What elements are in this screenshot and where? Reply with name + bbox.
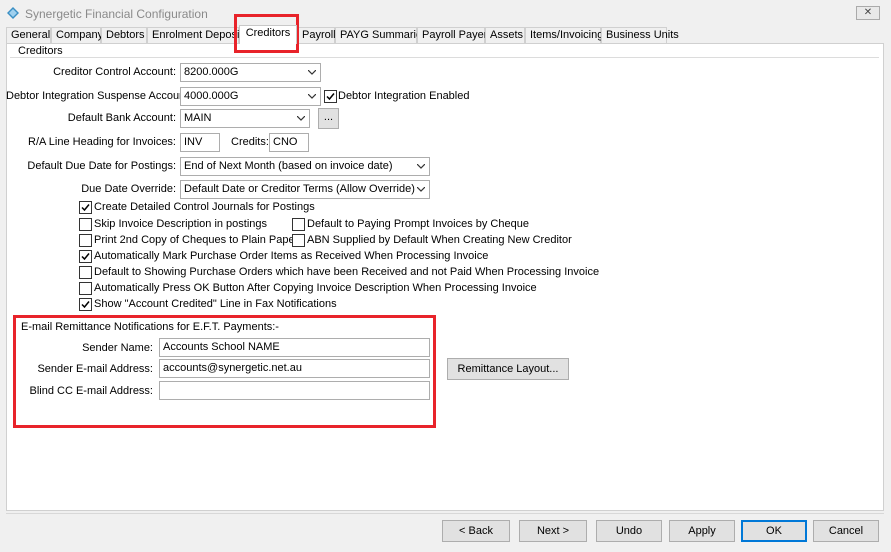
check-icon: [326, 93, 335, 101]
close-button[interactable]: ✕: [856, 6, 880, 20]
default-showing-checkbox[interactable]: [79, 266, 92, 279]
default-bank-label: Default Bank Account:: [67, 112, 176, 124]
abn-supplied-checkbox[interactable]: [292, 234, 305, 247]
credits-input[interactable]: CNO: [269, 133, 309, 152]
chevron-down-icon: [417, 187, 425, 192]
auto-mark-label: Automatically Mark Purchase Order Items …: [94, 250, 489, 262]
due-date-value: End of Next Month (based on invoice date…: [184, 160, 393, 172]
debtor-suspense-select[interactable]: 4000.000G: [180, 87, 321, 106]
create-detailed-checkbox[interactable]: [79, 201, 92, 214]
tab-payroll[interactable]: Payroll: [297, 27, 336, 43]
default-bank-value: MAIN: [184, 112, 212, 124]
due-override-select[interactable]: Default Date or Creditor Terms (Allow Ov…: [180, 180, 430, 199]
auto-press-label: Automatically Press OK Button After Copy…: [94, 282, 537, 294]
group-title: Creditors: [17, 45, 64, 57]
chevron-down-icon: [297, 116, 305, 121]
default-bank-select[interactable]: MAIN: [180, 109, 310, 128]
tab-debtors[interactable]: Debtors: [101, 27, 147, 43]
debtor-integration-checkbox[interactable]: [324, 90, 337, 103]
back-button[interactable]: < Back: [442, 520, 510, 542]
debtor-suspense-value: 4000.000G: [184, 90, 239, 102]
credits-label: Credits:: [231, 136, 269, 148]
creditor-control-select[interactable]: 8200.000G: [180, 63, 321, 82]
tab-assets[interactable]: Assets: [485, 27, 525, 43]
tab-creditors[interactable]: Creditors: [239, 25, 297, 44]
chevron-down-icon: [308, 94, 316, 99]
cancel-button[interactable]: Cancel: [813, 520, 879, 542]
chevron-down-icon: [308, 70, 316, 75]
creditor-control-value: 8200.000G: [184, 66, 239, 78]
check-icon: [81, 204, 90, 212]
tab-enrolment-deposits[interactable]: Enrolment Deposits: [147, 27, 248, 43]
show-account-label: Show "Account Credited" Line in Fax Noti…: [94, 298, 337, 310]
group-divider: [10, 57, 879, 58]
tab-business-units[interactable]: Business Units: [601, 27, 679, 43]
default-paying-label: Default to Paying Prompt Invoices by Che…: [307, 218, 529, 230]
due-override-label: Due Date Override:: [81, 183, 176, 195]
undo-button[interactable]: Undo: [596, 520, 662, 542]
window-title: Synergetic Financial Configuration: [25, 7, 208, 21]
abn-supplied-label: ABN Supplied by Default When Creating Ne…: [307, 234, 572, 246]
print-2nd-checkbox[interactable]: [79, 234, 92, 247]
next-button[interactable]: Next >: [519, 520, 587, 542]
print-2nd-label: Print 2nd Copy of Cheques to Plain Paper: [94, 234, 299, 246]
ra-line-input[interactable]: INV: [180, 133, 220, 152]
show-account-checkbox[interactable]: [79, 298, 92, 311]
tab-company[interactable]: Company: [51, 27, 103, 43]
due-date-label: Default Due Date for Postings:: [27, 160, 176, 172]
tab-payg-summaries[interactable]: PAYG Summaries: [335, 27, 428, 43]
ra-line-label: R/A Line Heading for Invoices:: [28, 136, 176, 148]
due-date-select[interactable]: End of Next Month (based on invoice date…: [180, 157, 430, 176]
browse-bank-button[interactable]: ...: [318, 108, 339, 129]
ok-button[interactable]: OK: [741, 520, 807, 542]
tab-general[interactable]: General: [6, 27, 51, 43]
auto-mark-checkbox[interactable]: [79, 250, 92, 263]
chevron-down-icon: [417, 164, 425, 169]
check-icon: [81, 301, 90, 309]
remittance-section-highlight: [13, 315, 436, 428]
remittance-layout-button[interactable]: Remittance Layout...: [447, 358, 569, 380]
app-icon: [7, 7, 19, 19]
apply-button[interactable]: Apply: [669, 520, 735, 542]
close-icon: ✕: [863, 7, 873, 18]
skip-invoice-label: Skip Invoice Description in postings: [94, 218, 268, 230]
debtor-integration-label: Debtor Integration Enabled: [338, 90, 470, 102]
create-detailed-label: Create Detailed Control Journals for Pos…: [94, 201, 315, 213]
footer-divider: [6, 513, 884, 514]
debtor-suspense-label: Debtor Integration Suspense Account:: [6, 90, 192, 102]
skip-invoice-checkbox[interactable]: [79, 218, 92, 231]
tab-items-invoicing[interactable]: Items/Invoicing: [525, 27, 603, 43]
default-paying-checkbox[interactable]: [292, 218, 305, 231]
check-icon: [81, 253, 90, 261]
tab-payroll-payer[interactable]: Payroll Payer: [417, 27, 487, 43]
due-override-value: Default Date or Creditor Terms (Allow Ov…: [184, 183, 415, 195]
auto-press-checkbox[interactable]: [79, 282, 92, 295]
creditor-control-label: Creditor Control Account:: [53, 66, 176, 78]
default-showing-label: Default to Showing Purchase Orders which…: [94, 266, 600, 278]
